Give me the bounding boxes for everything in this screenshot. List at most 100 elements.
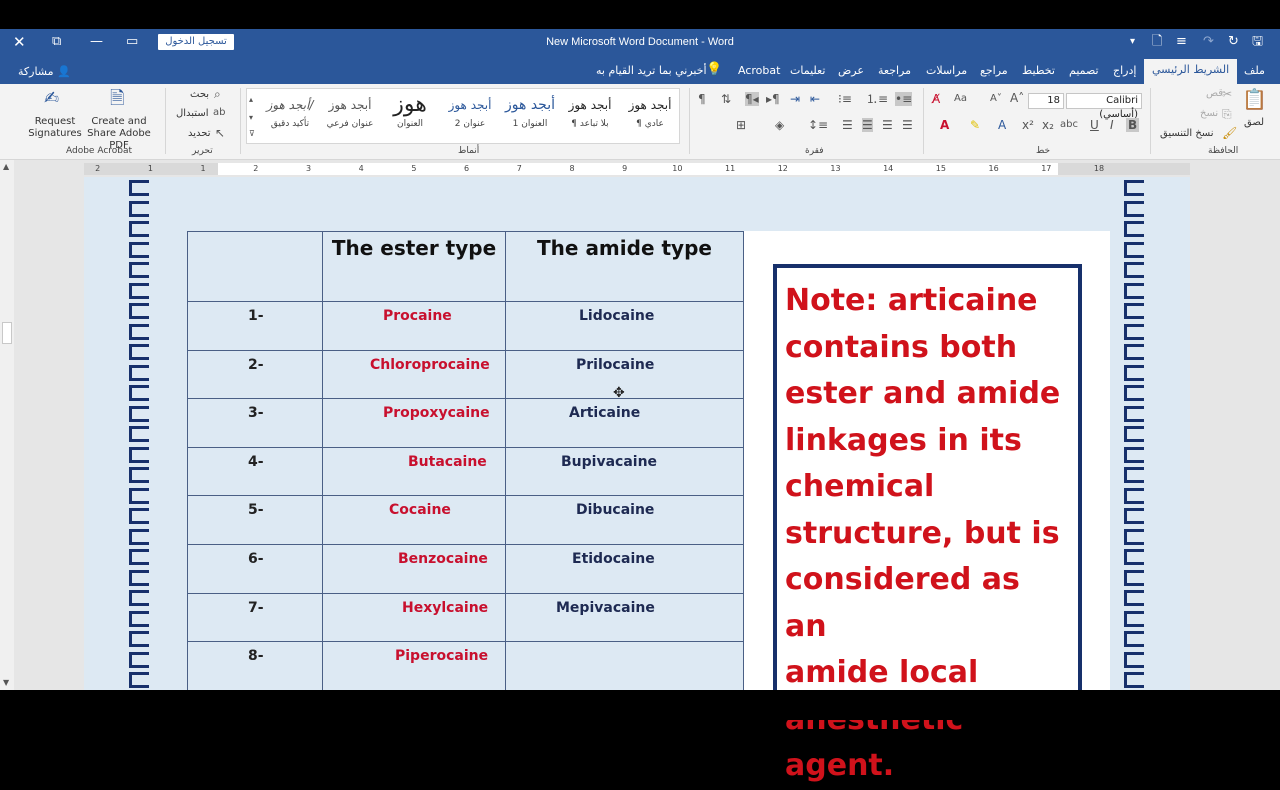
row-number[interactable]: 8- <box>187 641 323 691</box>
tab-mailings[interactable]: مراسلات <box>926 64 967 77</box>
ester-cell[interactable]: Procaine <box>322 301 506 351</box>
tab-insert[interactable]: إدراج <box>1113 64 1136 77</box>
grow-font-icon[interactable]: A˄ <box>1010 91 1024 105</box>
note-text-box[interactable]: Note: articaine contains both ester and … <box>773 264 1082 783</box>
align-left-icon[interactable]: ☰ <box>902 118 913 132</box>
row-number[interactable]: 2- <box>187 349 323 400</box>
center-icon[interactable]: ☰ <box>882 118 893 132</box>
paste-button[interactable]: لصق <box>1244 117 1264 128</box>
request-signatures-button[interactable]: Request Signatures <box>28 116 82 140</box>
customize-qat-icon[interactable]: ▾ <box>1130 34 1135 50</box>
chevron-up-icon[interactable]: ▴ <box>249 93 253 107</box>
share-button[interactable]: مشاركة 👤 <box>18 65 71 78</box>
tab-layout[interactable]: تخطيط <box>1022 64 1055 77</box>
multilevel-list-icon[interactable]: ⁝≡ <box>838 92 852 106</box>
pilcrow-icon[interactable]: ¶ <box>698 92 706 106</box>
ester-cell[interactable]: Butacaine <box>322 446 506 497</box>
tab-review[interactable]: مراجعة <box>878 64 911 77</box>
anesthetic-table[interactable]: The ester type The amide type 1- Procain… <box>187 231 744 691</box>
vertical-scrollbar[interactable]: ▲ ▼ <box>0 160 14 690</box>
ester-cell[interactable]: Benzocaine <box>322 543 506 594</box>
change-case-icon[interactable]: Aa <box>954 92 967 106</box>
copy-button[interactable]: نسخ <box>1200 108 1218 119</box>
clear-formatting-icon[interactable]: A̸ <box>932 92 940 106</box>
ester-cell[interactable]: Cocaine <box>322 495 506 545</box>
redo-icon[interactable]: ↷ <box>1203 34 1214 50</box>
amide-cell[interactable]: Mepivacaine <box>505 592 744 643</box>
save-icon[interactable]: 🖫 <box>1252 34 1263 50</box>
subscript-icon[interactable]: x₂ <box>1042 118 1054 132</box>
select-button[interactable]: تحديد <box>188 128 211 139</box>
line-spacing-icon[interactable]: ↕≡ <box>808 118 828 132</box>
close-icon[interactable]: ✕ <box>13 34 26 50</box>
strikethrough-icon[interactable]: abc <box>1060 118 1078 132</box>
tell-me-input[interactable]: أخبرني بما تريد القيام به <box>596 64 707 77</box>
bold-icon[interactable]: B <box>1126 118 1140 132</box>
style-title[interactable]: هوز العنوان <box>381 94 439 130</box>
row-number[interactable]: 4- <box>187 446 323 497</box>
amide-cell[interactable]: Dibucaine <box>505 495 744 545</box>
underline-icon[interactable]: U <box>1090 118 1099 132</box>
header-num[interactable] <box>187 231 323 302</box>
borders-icon[interactable]: ⊞ <box>736 118 746 132</box>
find-button[interactable]: بحث <box>190 89 209 100</box>
decrease-indent-icon[interactable]: ⇤ <box>810 92 820 106</box>
sort-icon[interactable]: ⇅ <box>721 92 731 106</box>
row-number[interactable]: 7- <box>187 592 323 643</box>
style-heading-2[interactable]: أبجد هوز عنوان 2 <box>441 95 499 129</box>
justify-icon[interactable]: ☰ <box>842 118 853 132</box>
superscript-icon[interactable]: x² <box>1022 118 1034 132</box>
scroll-thumb[interactable] <box>2 322 12 344</box>
cut-button[interactable]: قص <box>1206 88 1223 99</box>
scroll-down-icon[interactable]: ▼ <box>3 678 9 687</box>
chevron-down-icon[interactable]: ▾ <box>249 111 253 125</box>
text-effects-icon[interactable]: A <box>998 118 1006 132</box>
tab-references[interactable]: مراجع <box>980 64 1008 77</box>
horizontal-ruler[interactable]: 18 17 16 15 14 13 12 11 10 9 8 7 6 5 4 3 2 1 1 2 <box>84 163 1190 175</box>
replace-button[interactable]: استبدال <box>176 108 209 119</box>
amide-cell[interactable] <box>505 641 744 691</box>
tab-view[interactable]: عرض <box>838 64 864 77</box>
minimize-icon[interactable]: — <box>90 34 103 50</box>
ester-cell[interactable]: Propoxycaine <box>322 398 506 448</box>
tab-home[interactable]: الشريط الرئيسي <box>1144 59 1238 84</box>
amide-cell[interactable]: Bupivacaine <box>505 446 744 497</box>
amide-cell[interactable]: Lidocaine <box>505 301 744 351</box>
numbering-icon[interactable]: ⒈≡ <box>866 92 888 106</box>
style-no-spacing[interactable]: أبجد هوز ¶ بلا تباعد <box>561 95 619 129</box>
header-ester[interactable]: The ester type <box>322 231 506 302</box>
ltr-icon[interactable]: ¶◂ <box>745 92 759 106</box>
style-heading-1[interactable]: أبجد هوز العنوان 1 <box>501 95 559 129</box>
amide-cell[interactable]: Etidocaine <box>505 543 744 594</box>
tab-acrobat[interactable]: Acrobat <box>738 64 780 77</box>
ester-cell[interactable]: Hexylcaine <box>322 592 506 643</box>
align-right-icon[interactable]: ☰ <box>862 118 873 132</box>
scroll-up-icon[interactable]: ▲ <box>3 162 9 171</box>
ester-cell[interactable]: Chloroprocaine <box>322 349 506 400</box>
row-number[interactable]: 5- <box>187 495 323 545</box>
rtl-icon[interactable]: ▸¶ <box>766 92 780 106</box>
font-name-select[interactable]: Calibri (أساسي) <box>1066 93 1142 120</box>
amide-cell[interactable]: Articaine <box>505 398 744 448</box>
expand-gallery-icon[interactable]: ⊽ <box>249 127 255 141</box>
style-subtle-emphasis[interactable]: أبجد هوز/ تأكيد دقيق <box>261 95 319 129</box>
signin-button[interactable]: تسجيل الدخول <box>158 34 234 50</box>
style-subtitle[interactable]: أبجد هوز عنوان فرعي <box>321 95 379 129</box>
restore-icon[interactable]: ⧉ <box>52 34 61 50</box>
bullets-icon[interactable]: •≡ <box>895 92 913 106</box>
increase-indent-icon[interactable]: ⇥ <box>790 92 800 106</box>
tab-design[interactable]: تصميم <box>1069 64 1099 77</box>
ribbon-display-icon[interactable]: ▭ <box>126 34 138 50</box>
italic-icon[interactable]: I <box>1110 118 1114 132</box>
tab-help[interactable]: تعليمات <box>790 64 825 77</box>
shrink-font-icon[interactable]: A˅ <box>990 92 1002 106</box>
new-doc-icon[interactable]: 🗋 <box>1152 34 1162 50</box>
header-amide[interactable]: The amide type <box>505 231 744 302</box>
shading-icon[interactable]: ◈ <box>775 118 784 132</box>
highlight-icon[interactable]: ✎ <box>970 118 980 132</box>
repeat-icon[interactable]: ↻ <box>1228 34 1239 50</box>
font-color-icon[interactable]: A <box>940 118 949 132</box>
font-size-select[interactable]: 18 <box>1028 93 1064 109</box>
tab-file[interactable]: ملف <box>1244 64 1265 77</box>
touch-mode-icon[interactable]: ≡ <box>1176 34 1187 50</box>
